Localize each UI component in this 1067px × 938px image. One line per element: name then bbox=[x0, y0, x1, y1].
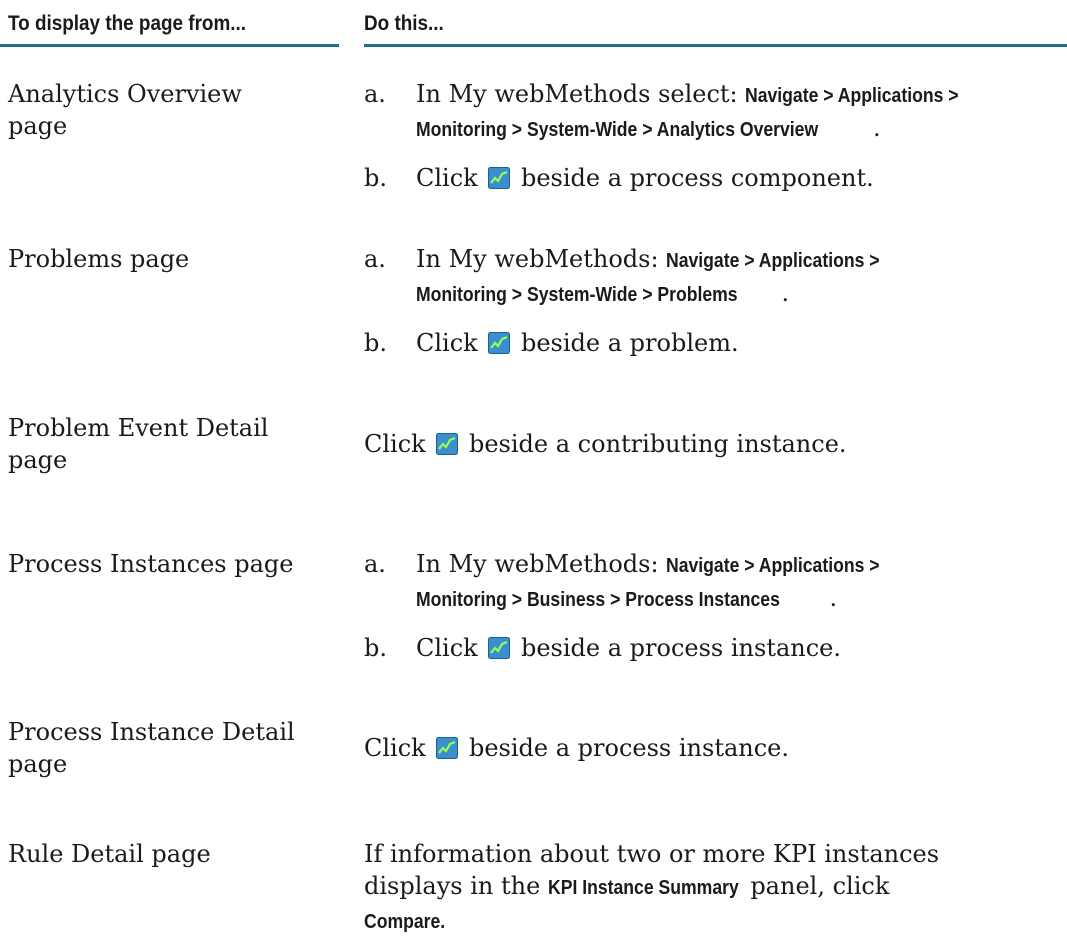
step-text: beside a process instance. bbox=[520, 634, 841, 662]
step-body: In My webMethods: Navigate > Application… bbox=[416, 548, 1056, 616]
page-label-line1: Analytics Overview bbox=[8, 80, 242, 108]
step-letter: a. bbox=[364, 550, 386, 578]
step-letter: a. bbox=[364, 80, 386, 108]
instruction-line: If information about two or more KPI ins… bbox=[364, 840, 940, 868]
row-process-instance-detail-page-label: Process Instance Detail page bbox=[8, 716, 308, 780]
page-label-line1: Process Instance Detail bbox=[8, 718, 295, 746]
column-header-page-from: To display the page from... bbox=[8, 12, 247, 35]
chart-icon bbox=[488, 167, 511, 189]
page-label-line1: Problem Event Detail bbox=[8, 414, 269, 442]
step-text: Click bbox=[416, 329, 478, 357]
chart-icon bbox=[436, 433, 459, 455]
step-body: In My webMethods: Navigate > Application… bbox=[416, 243, 1056, 311]
instruction-line: displays in the KPI Instance Summary pan… bbox=[364, 870, 1064, 904]
step-text: Click bbox=[364, 734, 426, 762]
step-text: Click bbox=[364, 430, 426, 458]
step-text: beside a process instance. bbox=[468, 734, 789, 762]
chart-icon bbox=[436, 737, 459, 759]
page-label-line1: Problems page bbox=[8, 245, 190, 273]
page-label-line1: Rule Detail page bbox=[8, 840, 211, 868]
step-letter: a. bbox=[364, 245, 386, 273]
nav-path: Navigate > Applications > bbox=[666, 555, 880, 577]
step-body: Click beside a problem. bbox=[416, 327, 1056, 359]
row-problem-event-instructions: Click beside a contributing instance. bbox=[364, 428, 1064, 460]
row-process-instances-page-label: Process Instances page bbox=[8, 548, 308, 580]
step-text: beside a problem. bbox=[520, 329, 739, 357]
page-label-line2: page bbox=[8, 750, 68, 778]
step-text: beside a process component. bbox=[520, 164, 874, 192]
row-problem-event-page-label: Problem Event Detail page bbox=[8, 412, 308, 476]
row-analytics-page-label: Analytics Overview page bbox=[8, 78, 308, 142]
chart-icon bbox=[488, 332, 511, 354]
header-underline-col1 bbox=[0, 44, 339, 47]
step-letter: b. bbox=[364, 634, 387, 662]
nav-path: Monitoring > Business > Process Instance… bbox=[416, 589, 780, 611]
step-text: beside a contributing instance. bbox=[468, 430, 847, 458]
instruction-text: panel, click bbox=[750, 872, 890, 900]
chart-icon bbox=[488, 637, 511, 659]
step-letter: b. bbox=[364, 164, 387, 192]
row-problems-page-label: Problems page bbox=[8, 243, 308, 275]
step-prefix: In My webMethods select: bbox=[416, 80, 738, 108]
header-underline-col2 bbox=[364, 44, 1067, 47]
step-body: Click beside a process component. bbox=[416, 162, 1056, 194]
instruction-text: displays in the bbox=[364, 872, 541, 900]
row-rule-detail-page-label: Rule Detail page bbox=[8, 838, 308, 870]
step-end: . bbox=[829, 584, 838, 612]
step-prefix: In My webMethods: bbox=[416, 245, 659, 273]
step-body: In My webMethods select: Navigate > Appl… bbox=[416, 78, 1056, 146]
step-text: Click bbox=[416, 164, 478, 192]
step-end: . bbox=[781, 279, 790, 307]
nav-path: Monitoring > System-Wide > Problems bbox=[416, 284, 738, 306]
compare-action-label: Compare. bbox=[364, 911, 446, 933]
page-label-line2: page bbox=[8, 446, 68, 474]
column-header-do-this: Do this... bbox=[364, 12, 444, 35]
step-prefix: In My webMethods: bbox=[416, 550, 659, 578]
page-label-line2: page bbox=[8, 112, 68, 140]
nav-path: Monitoring > System-Wide > Analytics Ove… bbox=[416, 119, 819, 141]
step-body: Click beside a process instance. bbox=[416, 632, 1056, 664]
row-rule-detail-instructions: If information about two or more KPI ins… bbox=[364, 838, 1064, 938]
panel-name: KPI Instance Summary bbox=[547, 877, 739, 899]
row-process-instance-detail-instructions: Click beside a process instance. bbox=[364, 732, 1064, 764]
step-end: . bbox=[872, 114, 881, 142]
nav-path: Navigate > Applications > bbox=[745, 85, 959, 107]
step-letter: b. bbox=[364, 329, 387, 357]
step-text: Click bbox=[416, 634, 478, 662]
nav-path: Navigate > Applications > bbox=[666, 250, 880, 272]
page-label-line1: Process Instances page bbox=[8, 550, 294, 578]
